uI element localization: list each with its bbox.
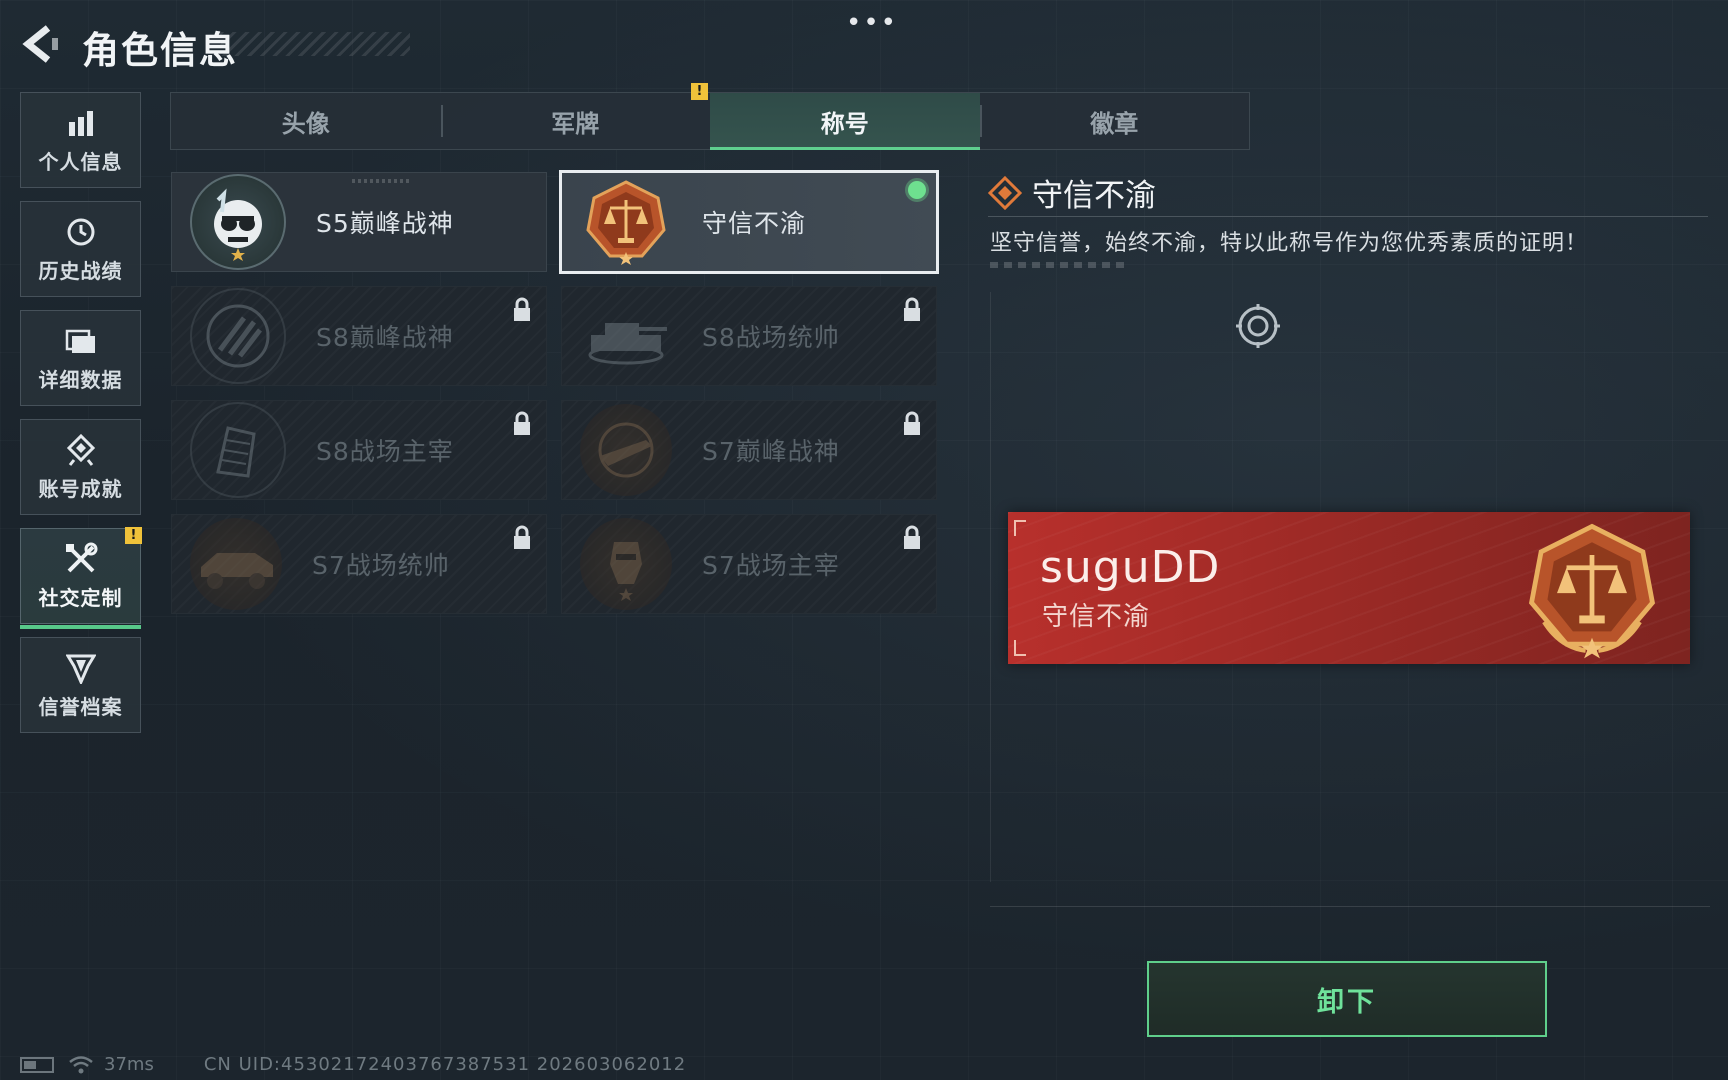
unequip-button[interactable]: 卸下 (1147, 961, 1547, 1037)
lock-icon (512, 525, 532, 555)
recenter-target-icon[interactable] (1234, 302, 1282, 354)
name-card-preview: suguDD 守信不渝 (1008, 512, 1690, 664)
detail-description: 坚守信誉，始终不渝，特以此称号作为您优秀素质的证明！ (990, 231, 1589, 256)
title-name: S8战场主宰 (316, 437, 454, 466)
detail-header: 守信不渝 (988, 170, 1156, 215)
title-decoration (220, 32, 410, 56)
sidebar-item-detailed-data[interactable]: 详细数据 (20, 310, 141, 406)
sidebar-item-achievements[interactable]: 账号成就 (20, 419, 141, 515)
title-card-selected[interactable]: 守信不渝 (559, 170, 939, 274)
history-icon (64, 215, 98, 249)
sidebar-item-label: 历史战绩 (38, 258, 123, 283)
wifi-icon (69, 1055, 93, 1073)
battery-icon (20, 1056, 54, 1073)
title-card-locked[interactable]: S7战场统帅 (171, 514, 547, 614)
sidebar-item-label: 社交定制 (38, 585, 123, 610)
banner-corner (1014, 640, 1026, 656)
tab-badge[interactable]: 徽章 (979, 93, 1250, 149)
description-decoration (990, 262, 1130, 268)
game-screen: 角色信息 ••• 个人信息 历史战绩 详细数据 账号成就 ! 社交定制 信誉档案… (0, 0, 1728, 1080)
title-diamond-icon (988, 175, 1022, 210)
card-decoration (352, 179, 412, 183)
banner-corner (1014, 520, 1026, 536)
sidebar: 个人信息 历史战绩 详细数据 账号成就 ! 社交定制 信誉档案 (20, 92, 143, 746)
unequip-label: 卸下 (1317, 986, 1377, 1018)
title-name: 守信不渝 (702, 209, 807, 238)
sidebar-item-label: 账号成就 (38, 476, 123, 501)
achievement-icon (64, 433, 98, 467)
lock-icon (902, 525, 922, 555)
detail-title: 守信不渝 (1032, 178, 1156, 214)
bar-chart-icon (64, 106, 98, 140)
back-arrow-icon (22, 25, 58, 63)
title-name: S7战场统帅 (312, 551, 450, 580)
sidebar-item-label: 信誉档案 (38, 694, 123, 719)
ping-text: 37ms (104, 1054, 154, 1075)
tank-emblem (580, 290, 672, 382)
title-card-locked[interactable]: S7战场主宰 (561, 514, 937, 614)
tab-warning-badge: ! (691, 83, 708, 100)
building-emblem (190, 402, 286, 498)
title-card[interactable]: S5巅峰战神 (171, 172, 547, 272)
sidebar-item-history[interactable]: 历史战绩 (20, 201, 141, 297)
credit-shield-icon (64, 651, 98, 685)
title-card-locked[interactable]: S8战场统帅 (561, 286, 937, 386)
equipped-indicator (908, 181, 926, 199)
title-name: S7战场主宰 (702, 551, 840, 580)
title-name: S7巅峰战神 (702, 437, 840, 466)
title-card-locked[interactable]: S8战场主宰 (171, 400, 547, 500)
divider (988, 216, 1708, 217)
status-bar: 37ms CN UID:45302172403767387531 2026030… (20, 1054, 686, 1075)
uid-text: CN UID:45302172403767387531 202603062012 (203, 1054, 687, 1075)
title-name: S8战场统帅 (702, 323, 840, 352)
back-button[interactable] (18, 22, 62, 66)
player-name: suguDD (1040, 542, 1221, 593)
more-options-button[interactable]: ••• (846, 8, 898, 38)
warning-badge: ! (125, 527, 142, 544)
lock-icon (512, 411, 532, 441)
weapon-emblem (580, 404, 672, 496)
sidebar-item-label: 详细数据 (38, 367, 123, 392)
lock-icon (512, 297, 532, 327)
divider (990, 906, 1710, 907)
title-card-locked[interactable]: S7巅峰战神 (561, 400, 937, 500)
page-title: 角色信息 (82, 29, 238, 72)
sidebar-item-personal-info[interactable]: 个人信息 (20, 92, 141, 188)
title-card-locked[interactable]: S8巅峰战神 (171, 286, 547, 386)
category-tabs: 头像 军牌 称号 徽章 (170, 92, 1250, 150)
stripes-emblem (190, 288, 286, 384)
sidebar-item-label: 个人信息 (38, 149, 123, 174)
player-title: 守信不渝 (1042, 602, 1151, 632)
scales-emblem-large (1522, 520, 1662, 664)
title-name: S8巅峰战神 (316, 323, 454, 352)
tab-title[interactable]: 称号 (710, 93, 980, 150)
soldier-emblem (580, 518, 672, 610)
tab-dog-tag[interactable]: 军牌 (440, 93, 711, 149)
sidebar-item-social-custom[interactable]: ! 社交定制 (20, 527, 142, 629)
lock-icon (902, 411, 922, 441)
folder-icon (64, 324, 98, 358)
lock-icon (902, 297, 922, 327)
diver-skull-emblem (190, 174, 286, 270)
scales-emblem (580, 176, 672, 268)
sidebar-item-credit-record[interactable]: 信誉档案 (20, 637, 141, 733)
tab-avatar[interactable]: 头像 (171, 93, 441, 149)
tools-icon (64, 542, 98, 576)
vehicle-emblem (190, 518, 282, 610)
title-name: S5巅峰战神 (316, 209, 454, 238)
